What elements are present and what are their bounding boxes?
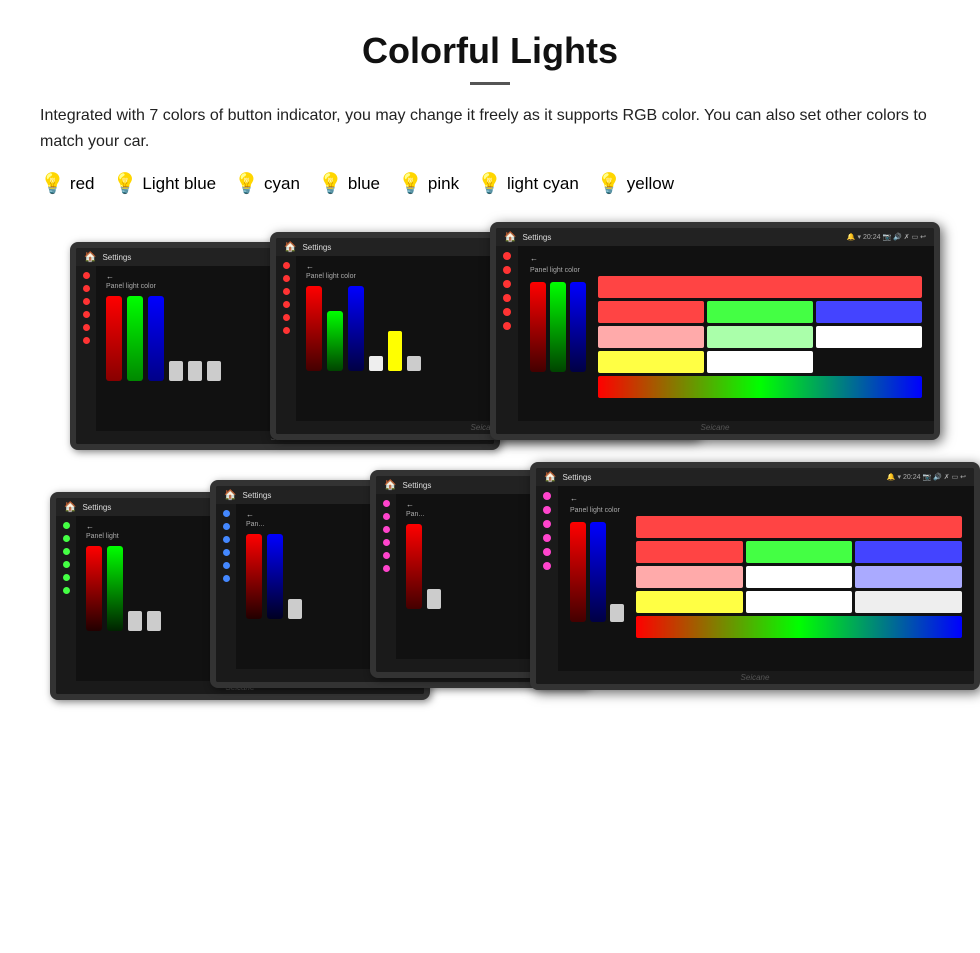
color-label-yellow: yellow bbox=[627, 174, 674, 194]
header-section: Colorful Lights Integrated with 7 colors… bbox=[40, 30, 940, 154]
title-divider bbox=[470, 82, 510, 85]
lightblue-bulb-icon: 💡 bbox=[112, 174, 137, 194]
color-item-lightblue: 💡 Light blue bbox=[112, 174, 216, 194]
color-item-cyan: 💡 cyan bbox=[234, 174, 300, 194]
color-label-red: red bbox=[70, 174, 95, 194]
bottom-device-4: 🏠 Settings 🔔 ▾ 20:24 📷 🔊 ✗ ▭ ↩ bbox=[530, 462, 980, 690]
lightcyan-bulb-icon: 💡 bbox=[477, 174, 502, 194]
color-item-pink: 💡 pink bbox=[398, 174, 459, 194]
top-devices-row: 🏠 Settings ⚙ ✦ ← Panel lig bbox=[40, 222, 940, 452]
blue-bulb-icon: 💡 bbox=[318, 174, 343, 194]
color-label-lightblue: Light blue bbox=[142, 174, 216, 194]
color-indicators-row: 💡 red 💡 Light blue 💡 cyan 💡 blue 💡 pink … bbox=[40, 174, 940, 194]
topbar-settings-3: Settings bbox=[522, 233, 840, 242]
top-device-3: 🏠 Settings 🔔 ▾ 20:24 📷 🔊 ✗ ▭ ↩ bbox=[490, 222, 940, 440]
color-label-pink: pink bbox=[428, 174, 459, 194]
cyan-bulb-icon: 💡 bbox=[234, 174, 259, 194]
bottom-devices-row: 🏠 Settings ⚙ ✦ ← Panel lig bbox=[40, 462, 940, 732]
color-label-lightcyan: light cyan bbox=[507, 174, 579, 194]
page-title: Colorful Lights bbox=[40, 30, 940, 72]
color-item-lightcyan: 💡 light cyan bbox=[477, 174, 579, 194]
yellow-bulb-icon: 💡 bbox=[597, 174, 622, 194]
seicane-label-bottom4: Seicane bbox=[536, 671, 974, 684]
pink-bulb-icon: 💡 bbox=[398, 174, 423, 194]
color-item-yellow: 💡 yellow bbox=[597, 174, 674, 194]
color-item-blue: 💡 blue bbox=[318, 174, 380, 194]
color-label-cyan: cyan bbox=[264, 174, 300, 194]
color-label-blue: blue bbox=[348, 174, 380, 194]
color-item-red: 💡 red bbox=[40, 174, 94, 194]
description-text: Integrated with 7 colors of button indic… bbox=[40, 103, 940, 154]
page-container: Colorful Lights Integrated with 7 colors… bbox=[0, 0, 980, 772]
red-bulb-icon: 💡 bbox=[40, 174, 65, 194]
